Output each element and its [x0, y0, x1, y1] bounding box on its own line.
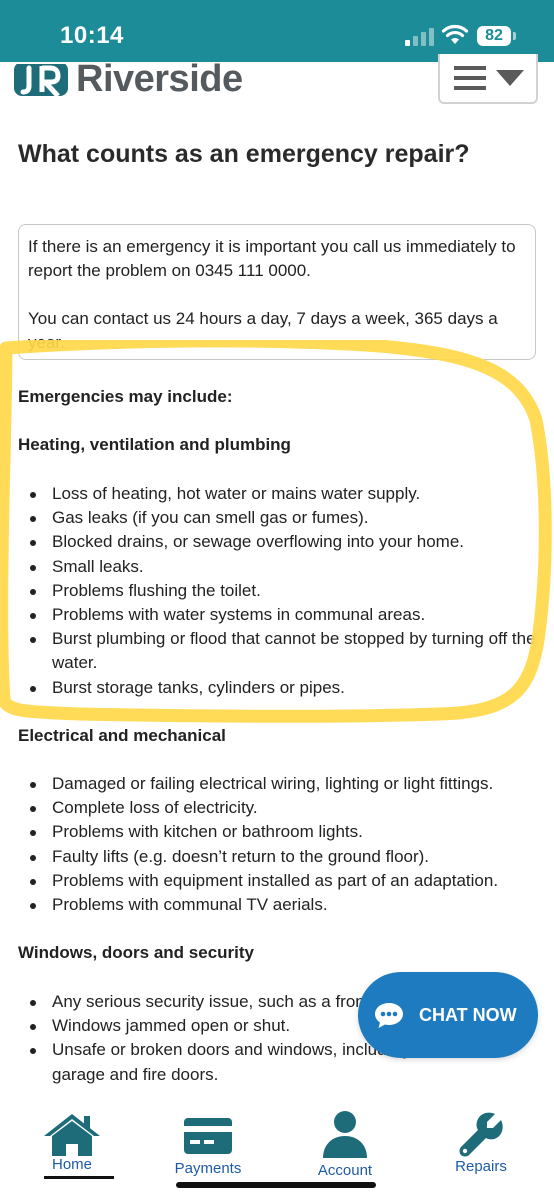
- wifi-icon: [441, 24, 469, 44]
- list-item: Burst plumbing or flood that cannot be s…: [26, 627, 546, 675]
- menu-button[interactable]: [438, 54, 538, 104]
- section-heading-windows: Windows, doors and security: [18, 943, 254, 962]
- page-title: What counts as an emergency repair?: [18, 140, 470, 168]
- list-item: Problems with equipment installed as par…: [26, 869, 546, 893]
- heating-list: Loss of heating, hot water or mains wate…: [26, 482, 546, 700]
- list-item: Small leaks.: [26, 555, 546, 579]
- hamburger-icon: [454, 66, 486, 90]
- chat-now-label: CHAT NOW: [419, 1005, 517, 1025]
- wrench-icon: [459, 1112, 503, 1157]
- list-item: Problems with water systems in communal …: [26, 603, 546, 627]
- emergency-call-text: If there is an emergency it is important…: [28, 237, 516, 280]
- home-indicator: [176, 1182, 376, 1188]
- brand-name: Riverside: [76, 58, 243, 100]
- list-item: Problems flushing the toilet.: [26, 579, 546, 603]
- cellular-signal-icon: [405, 28, 434, 46]
- section-heading-heating: Heating, ventilation and plumbing: [18, 435, 291, 454]
- status-bar: 10:14 82: [0, 0, 554, 62]
- list-item: Damaged or failing electrical wiring, li…: [26, 772, 546, 796]
- battery-tip: [513, 32, 516, 40]
- section-heading-electrical: Electrical and mechanical: [18, 726, 226, 745]
- active-tab-indicator: [44, 1176, 114, 1179]
- list-item: Burst storage tanks, cylinders or pipes.: [26, 676, 546, 700]
- user-icon: [323, 1111, 367, 1158]
- status-time: 10:14: [60, 22, 124, 49]
- contact-hours-text: You can contact us 24 hours a day, 7 day…: [28, 309, 498, 352]
- list-item: Faulty lifts (e.g. doesn’t return to the…: [26, 845, 546, 869]
- emergency-contact-box: If there is an emergency it is important…: [18, 224, 536, 360]
- riverside-logo-icon: [14, 62, 68, 96]
- nav-home[interactable]: Home: [7, 1094, 137, 1200]
- nav-payments-label: Payments: [174, 1160, 242, 1177]
- list-item: Blocked drains, or sewage overflowing in…: [26, 530, 546, 554]
- list-item: Problems with communal TV aerials.: [26, 893, 546, 917]
- electrical-list: Damaged or failing electrical wiring, li…: [26, 772, 546, 917]
- list-item: Gas leaks (if you can smell gas or fumes…: [26, 506, 546, 530]
- nav-repairs-label: Repairs: [455, 1158, 507, 1175]
- chat-bubble-icon: [375, 1003, 403, 1028]
- home-icon: [44, 1114, 100, 1156]
- nav-repairs[interactable]: Repairs: [416, 1094, 546, 1200]
- battery-indicator: 82: [477, 26, 511, 46]
- list-item: Loss of heating, hot water or mains wate…: [26, 482, 546, 506]
- list-item: Problems with kitchen or bathroom lights…: [26, 820, 546, 844]
- nav-home-label: Home: [51, 1156, 92, 1173]
- payment-card-icon: [184, 1118, 232, 1154]
- chat-now-button[interactable]: CHAT NOW: [358, 972, 538, 1058]
- nav-account-label: Account: [317, 1162, 373, 1179]
- emergencies-intro: Emergencies may include:: [18, 387, 233, 406]
- chevron-down-icon: [496, 70, 524, 86]
- list-item: Complete loss of electricity.: [26, 796, 546, 820]
